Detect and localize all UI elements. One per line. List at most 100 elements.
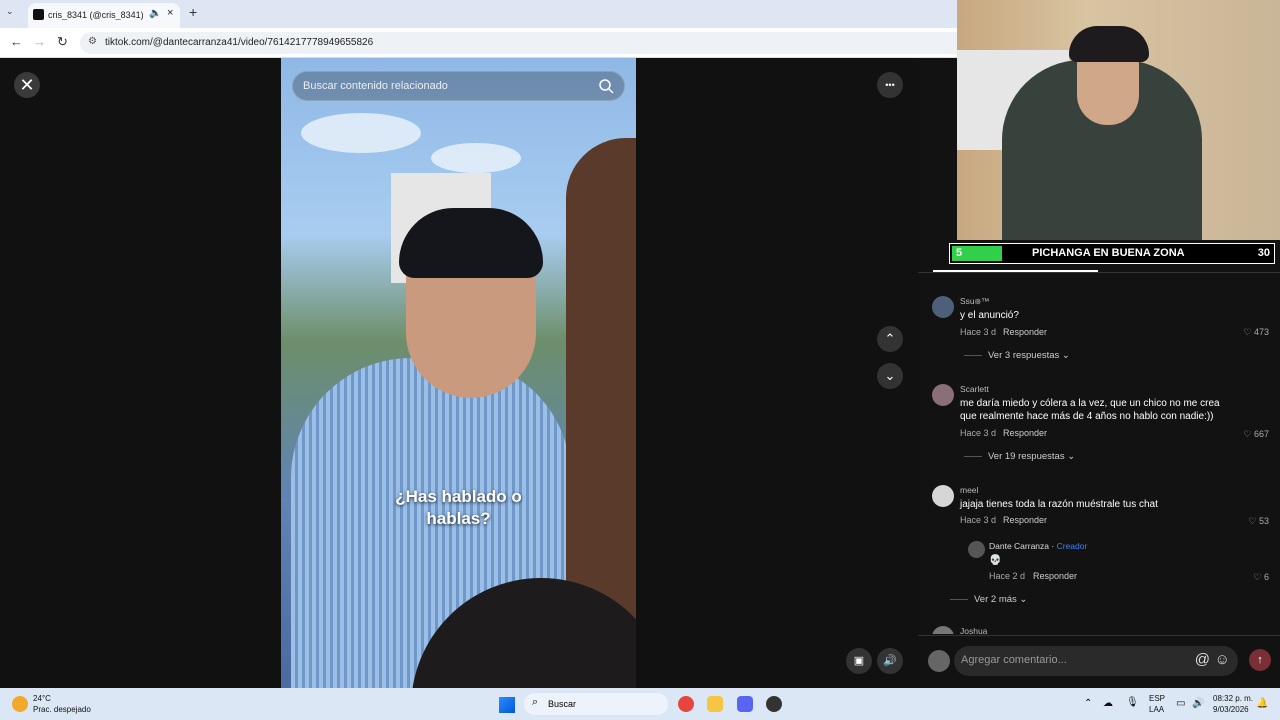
comment-author[interactable]: Ssu᪥™ — [960, 296, 989, 309]
tab-search-chevron-icon[interactable]: ⌄ — [6, 6, 14, 17]
related-search[interactable]: Buscar contenido relacionado — [292, 71, 625, 101]
browser-toolbar: ← → ↻ ⚙ tiktok.com/@dantecarranza41/vide… — [0, 28, 957, 58]
reply-button[interactable]: Responder — [1003, 327, 1047, 337]
new-tab-button[interactable]: + — [189, 4, 197, 20]
url-text: tiktok.com/@dantecarranza41/video/761421… — [105, 37, 374, 48]
search-label: Buscar — [548, 699, 577, 709]
forward-icon[interactable]: → — [33, 34, 46, 49]
avatar[interactable] — [932, 384, 954, 406]
creator-name: Dante Carranza — [989, 541, 1050, 551]
back-icon[interactable]: ← — [10, 34, 23, 49]
creator-badge: Creador — [1056, 541, 1088, 551]
avatar[interactable] — [932, 626, 954, 634]
site-info-icon[interactable]: ⚙ — [88, 36, 97, 47]
avatar[interactable] — [932, 485, 954, 507]
comment-item: Joshua — [932, 626, 1277, 634]
volume-icon[interactable]: 🔊 — [1192, 698, 1204, 709]
weather-icon[interactable] — [12, 696, 28, 712]
view-replies-button[interactable]: Ver 19 respuestas ⌄ — [964, 451, 1075, 462]
comment-input[interactable]: Agregar comentario... @ ☺ — [954, 646, 1238, 676]
network-icon[interactable]: ▭ — [1176, 698, 1185, 709]
tab-close-icon[interactable]: × — [167, 7, 173, 19]
video-caption: ¿Has hablado o hablas? — [351, 486, 566, 530]
search-icon: ⌕ — [532, 696, 539, 708]
picture-in-picture-button[interactable]: ▣ — [846, 648, 872, 674]
streamer-hair — [1069, 26, 1149, 62]
more-options-button[interactable]: ••• — [877, 72, 903, 98]
tab-title: cris_8341 (@cris_8341) | Tik — [48, 10, 143, 20]
comment-author[interactable]: meel — [960, 485, 978, 495]
audio-playing-icon[interactable]: 🔈 — [149, 8, 161, 19]
like-count[interactable]: ♡ 6 — [1253, 572, 1269, 583]
show-hidden-icons[interactable]: ⌃ — [1084, 698, 1092, 709]
reply-button[interactable]: Responder — [1003, 515, 1047, 525]
previous-video-button[interactable]: ⌃ — [877, 326, 903, 352]
comment-author[interactable]: Joshua — [960, 626, 987, 634]
like-number: 6 — [1263, 572, 1269, 582]
microphone-icon[interactable]: 🎙 — [1126, 697, 1139, 708]
file-explorer-icon[interactable] — [707, 696, 723, 712]
comment-text: y el anunció? — [960, 310, 1019, 321]
obs-icon[interactable] — [766, 696, 782, 712]
video-player[interactable]: ¿Has hablado o hablas? Buscar contenido … — [281, 58, 636, 688]
close-video-button[interactable]: ✕ — [14, 72, 40, 98]
browser-tab-strip: ⌄ cris_8341 (@cris_8341) | Tik 🔈 × + — [0, 0, 957, 28]
comment-author[interactable]: Dante Carranza · Creador — [989, 541, 1087, 551]
divider — [918, 272, 1280, 273]
like-count[interactable]: ♡ 667 — [1243, 429, 1269, 440]
onedrive-icon[interactable]: ☁ — [1103, 698, 1113, 709]
clock-date[interactable]: 9/03/2026 — [1213, 705, 1249, 714]
like-count[interactable]: ♡ 473 — [1243, 327, 1269, 338]
comment-text: me daría miedo y cólera a la vez, que un… — [960, 398, 1220, 422]
comment-text: jajaja tienes toda la razón muéstrale tu… — [960, 499, 1158, 510]
comment-composer: Agregar comentario... @ ☺ ↑ — [918, 635, 1280, 688]
comment-placeholder: Agregar comentario... — [961, 654, 1067, 666]
like-number: 53 — [1258, 516, 1269, 526]
goal-target: 30 — [1257, 247, 1270, 259]
language-2[interactable]: LAA — [1149, 705, 1164, 714]
volume-button[interactable]: 🔊 — [877, 648, 903, 674]
comment-time: Hace 3 d — [960, 515, 997, 525]
address-bar[interactable]: ⚙ tiktok.com/@dantecarranza41/video/7614… — [80, 32, 957, 54]
progress-fill: 5 — [952, 246, 1002, 261]
browser-tab[interactable]: cris_8341 (@cris_8341) | Tik 🔈 × — [28, 3, 180, 28]
avatar[interactable] — [968, 541, 985, 558]
user-avatar — [928, 650, 950, 672]
comment-author[interactable]: Scarlett — [960, 384, 989, 394]
notifications-icon[interactable]: 🔔 — [1256, 698, 1268, 709]
chrome-icon[interactable] — [678, 696, 694, 712]
temperature: 24°C — [33, 694, 51, 703]
like-count[interactable]: ♡ 53 — [1248, 516, 1269, 527]
person-hair — [399, 208, 543, 278]
language-1[interactable]: ESP — [1149, 694, 1165, 703]
like-number: 667 — [1253, 429, 1269, 439]
clock-time[interactable]: 08:32 p. m. — [1213, 694, 1253, 703]
comment-time: Hace 2 d — [989, 571, 1026, 581]
weather-text: Prac. despejado — [33, 705, 91, 714]
mention-icon[interactable]: @ — [1195, 651, 1210, 668]
stream-progress-overlay: 5 PICHANGA EN BUENA ZONA 30 — [949, 243, 1275, 264]
comment-item: Ssu᪥™ y el anunció? Hace 3 d Responder ♡… — [932, 296, 1277, 366]
reply-button[interactable]: Responder — [1033, 571, 1077, 581]
search-icon[interactable] — [598, 78, 614, 94]
emoji-icon[interactable]: ☺ — [1215, 651, 1230, 668]
next-video-button[interactable]: ⌄ — [877, 363, 903, 389]
cloud — [431, 143, 521, 173]
avatar[interactable] — [932, 296, 954, 318]
view-replies-button[interactable]: Ver 3 respuestas ⌄ — [964, 350, 1070, 361]
windows-start-icon[interactable] — [499, 697, 515, 713]
discord-icon[interactable] — [737, 696, 753, 712]
reply-button[interactable]: Responder — [1003, 428, 1047, 438]
post-comment-button[interactable]: ↑ — [1249, 649, 1271, 671]
tiktok-favicon-icon — [33, 9, 44, 20]
search-placeholder: Buscar contenido relacionado — [303, 80, 448, 92]
reload-icon[interactable]: ↻ — [57, 34, 68, 50]
cloud — [301, 113, 421, 153]
view-more-replies-button[interactable]: Ver 2 más ⌄ — [950, 594, 1027, 605]
comment-item: Scarlett me daría miedo y cólera a la ve… — [932, 384, 1277, 470]
like-number: 473 — [1253, 327, 1269, 337]
comment-time: Hace 3 d — [960, 428, 997, 438]
goal-label: PICHANGA EN BUENA ZONA — [1032, 247, 1185, 259]
taskbar-search[interactable]: ⌕ Buscar — [524, 693, 668, 715]
windows-taskbar: 24°C Prac. despejado ⌕ Buscar ⌃ ☁ 🎙 ESP … — [0, 688, 1280, 720]
